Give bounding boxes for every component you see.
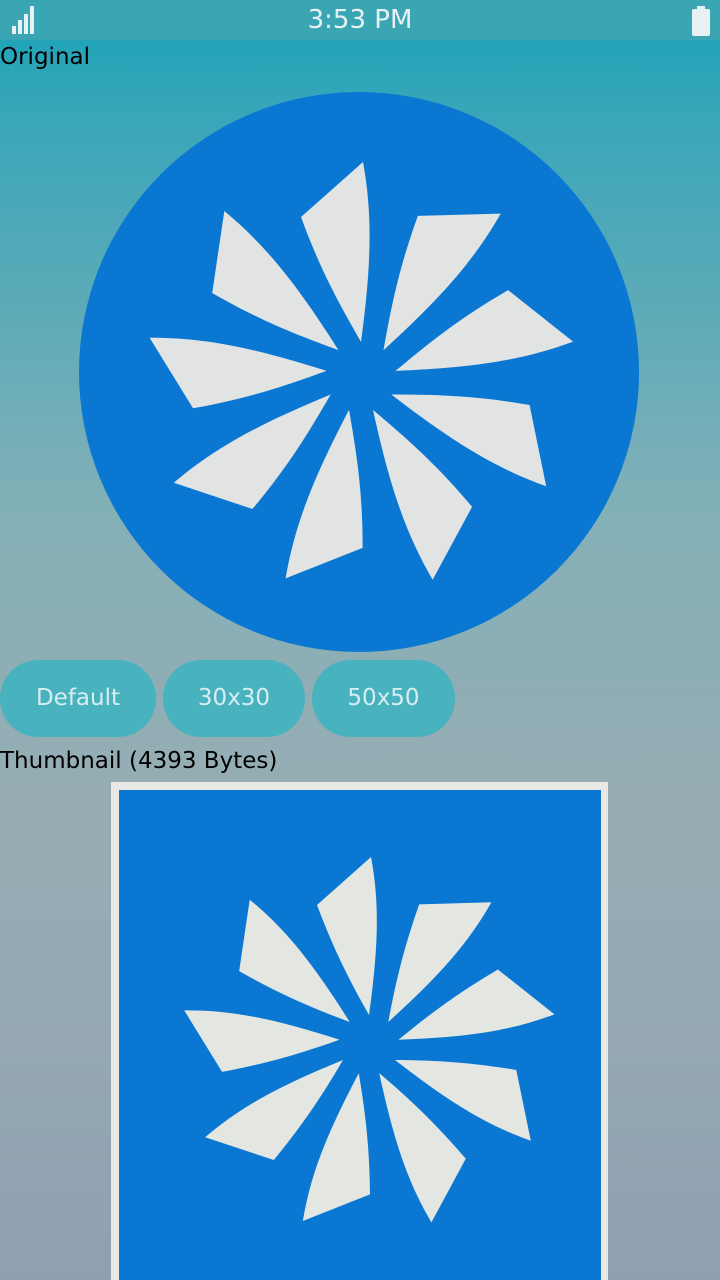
size-30x30-button[interactable]: 30x30 (163, 660, 305, 737)
original-label: Original (0, 44, 91, 70)
default-button[interactable]: Default (0, 660, 156, 737)
size-50x50-button[interactable]: 50x50 (312, 660, 455, 737)
original-image (78, 91, 640, 653)
pinwheel-logo-icon (79, 92, 639, 652)
battery-icon (692, 6, 710, 36)
thumbnail-pinwheel-icon (174, 857, 558, 1240)
status-bar: 3:53 PM (0, 0, 720, 40)
thumbnail-image (111, 782, 608, 1280)
thumbnail-square (119, 790, 601, 1280)
thumbnail-label: Thumbnail (4393 Bytes) (0, 748, 278, 774)
status-time: 3:53 PM (307, 5, 413, 35)
